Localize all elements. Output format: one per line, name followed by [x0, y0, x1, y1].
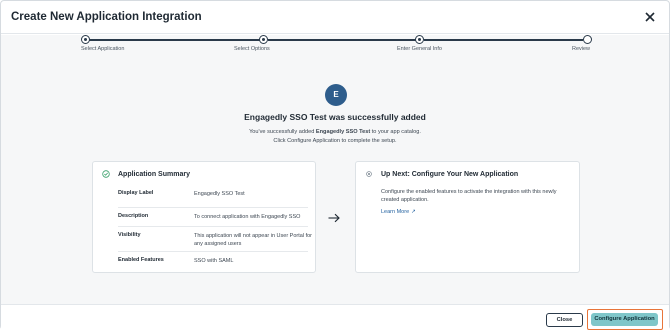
step-connector: [424, 39, 583, 41]
arrow-right-icon: [328, 213, 340, 223]
success-sub-line2: Click Configure Application to complete …: [273, 138, 397, 144]
summary-title: Application Summary: [118, 171, 190, 178]
step-dot-icon: [366, 171, 372, 177]
summary-value: SSO with SAML: [194, 258, 234, 264]
step-dot-enter-general-info: [415, 35, 424, 44]
step-dot-review: [583, 35, 592, 44]
configure-application-button[interactable]: Configure Application: [591, 313, 658, 326]
up-next-card: Up Next: Configure Your New Application …: [355, 161, 580, 273]
progress-stepper: Select Application Select Options Enter …: [1, 35, 669, 59]
success-subtitle: You've successfully added Engagedly SSO …: [1, 128, 669, 146]
step-dot-select-options: [259, 35, 268, 44]
up-next-title: Up Next: Configure Your New Application: [381, 171, 519, 178]
step-label-review: Review: [572, 46, 591, 52]
app-avatar: E: [325, 84, 347, 106]
step-label-select-application: Select Application: [81, 46, 125, 52]
success-sub-app-name: Engagedly SSO Test: [315, 129, 371, 135]
summary-value: To connect application with Engagedly SS…: [194, 214, 301, 220]
configure-button-highlight: Configure Application: [587, 309, 663, 330]
application-summary-card: Application Summary Display Label Engage…: [92, 161, 316, 273]
summary-row: Enabled Features SSO with SAML: [118, 253, 308, 269]
step-connector: [268, 39, 419, 41]
step-label-enter-general-info: Enter General Info: [397, 46, 442, 52]
modal-footer: Close Configure Application: [1, 304, 669, 330]
close-icon[interactable]: [643, 10, 657, 24]
modal-title: Create New Application Integration: [11, 11, 202, 23]
summary-key: Description: [118, 213, 149, 219]
summary-key: Visibility: [118, 232, 141, 238]
step-connector: [89, 39, 263, 41]
summary-row: Display Label Engagedly SSO Test: [118, 190, 308, 208]
learn-more-label: Learn More: [381, 209, 410, 215]
step-dot-select-application: [81, 35, 90, 44]
summary-value: This application will not appear in User…: [194, 233, 313, 247]
summary-key: Display Label: [118, 190, 154, 196]
up-next-description: Configure the enabled features to activa…: [381, 189, 557, 203]
create-integration-modal: Create New Application Integration Selec…: [0, 0, 670, 330]
summary-row: Description To connect application with …: [118, 209, 308, 227]
close-button[interactable]: Close: [546, 313, 583, 327]
learn-more-link[interactable]: Learn More ↗: [381, 209, 416, 215]
summary-key: Enabled Features: [118, 257, 164, 263]
summary-value: Engagedly SSO Test: [194, 191, 245, 197]
summary-row: Visibility This application will not app…: [118, 228, 312, 252]
success-sub-prefix: You've successfully added: [249, 129, 316, 135]
modal-body: Select Application Select Options Enter …: [1, 35, 669, 304]
check-circle-icon: [102, 170, 110, 178]
step-label-select-options: Select Options: [234, 46, 270, 52]
success-title: Engagedly SSO Test was successfully adde…: [244, 112, 426, 122]
external-link-icon: ↗: [411, 209, 416, 215]
modal-header: Create New Application Integration: [1, 1, 669, 34]
success-sub-suffix: to your app catalog.: [370, 129, 421, 135]
